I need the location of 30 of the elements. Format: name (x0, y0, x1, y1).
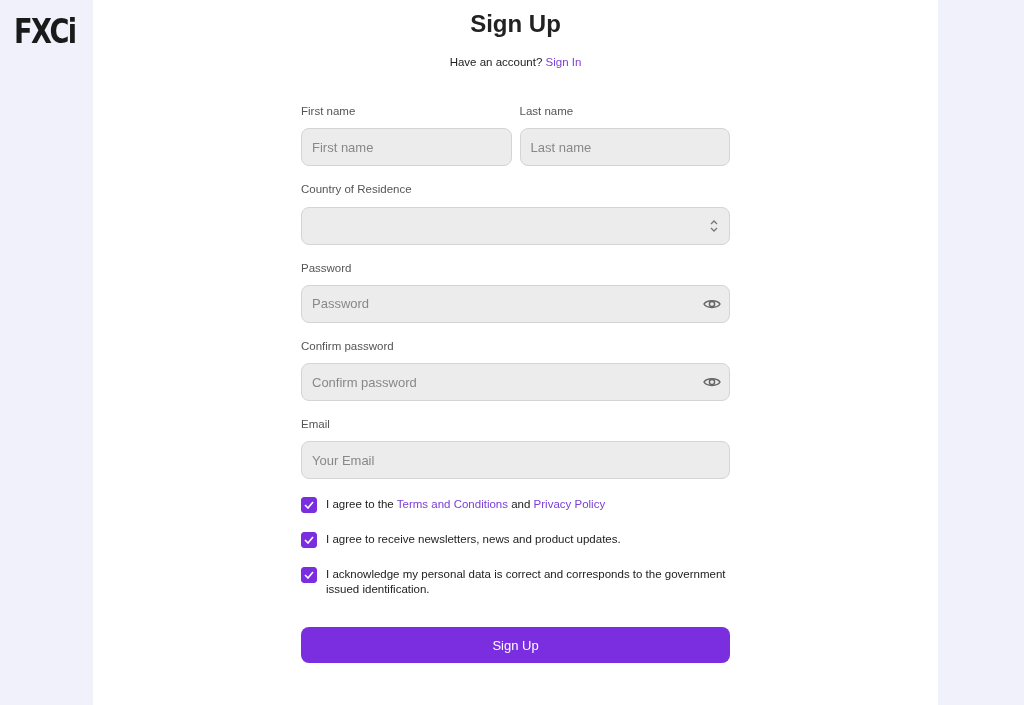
chevron-icon (709, 218, 719, 233)
check-icon (304, 536, 314, 545)
field-label: First name (301, 104, 357, 120)
page-title: Sign Up (469, 10, 562, 39)
checkbox[interactable] (301, 497, 317, 514)
password-field[interactable]: Password (301, 284, 730, 323)
check-icon (304, 501, 314, 510)
field-label: Password (301, 260, 353, 276)
check-icon (304, 571, 314, 580)
name-field[interactable]: Last name (519, 128, 730, 167)
field-label: Email (301, 417, 331, 433)
logo: FXCi (14, 14, 76, 48)
policy-link[interactable]: Terms and Conditions (396, 498, 508, 511)
checkbox[interactable] (301, 532, 317, 549)
signin-prompt: Have an account? (449, 55, 544, 68)
agreement-text: I acknowledge my personal data is correct and corresponds to the government issued identification. (326, 567, 727, 598)
field-label: Country of Residence (301, 182, 413, 198)
agreement-text: I agree to the Terms and Conditions and Privacy Policy (326, 497, 606, 513)
field-label: Last name (519, 104, 575, 120)
policy-link[interactable]: Privacy Policy (533, 498, 606, 511)
email-field[interactable]: Your Email (301, 441, 730, 480)
checkbox[interactable] (301, 567, 317, 584)
name-field[interactable]: First name (301, 128, 512, 167)
field-label: Confirm password (301, 338, 395, 354)
signin-link[interactable]: Sign In (545, 55, 582, 68)
eye-icon[interactable] (703, 376, 721, 389)
agreement-text: I agree to receive newsletters, news and product updates. (326, 532, 621, 548)
eye-icon[interactable] (703, 297, 721, 310)
signup-button[interactable]: Sign Up (301, 627, 730, 664)
password-field[interactable]: Confirm password (301, 363, 730, 402)
